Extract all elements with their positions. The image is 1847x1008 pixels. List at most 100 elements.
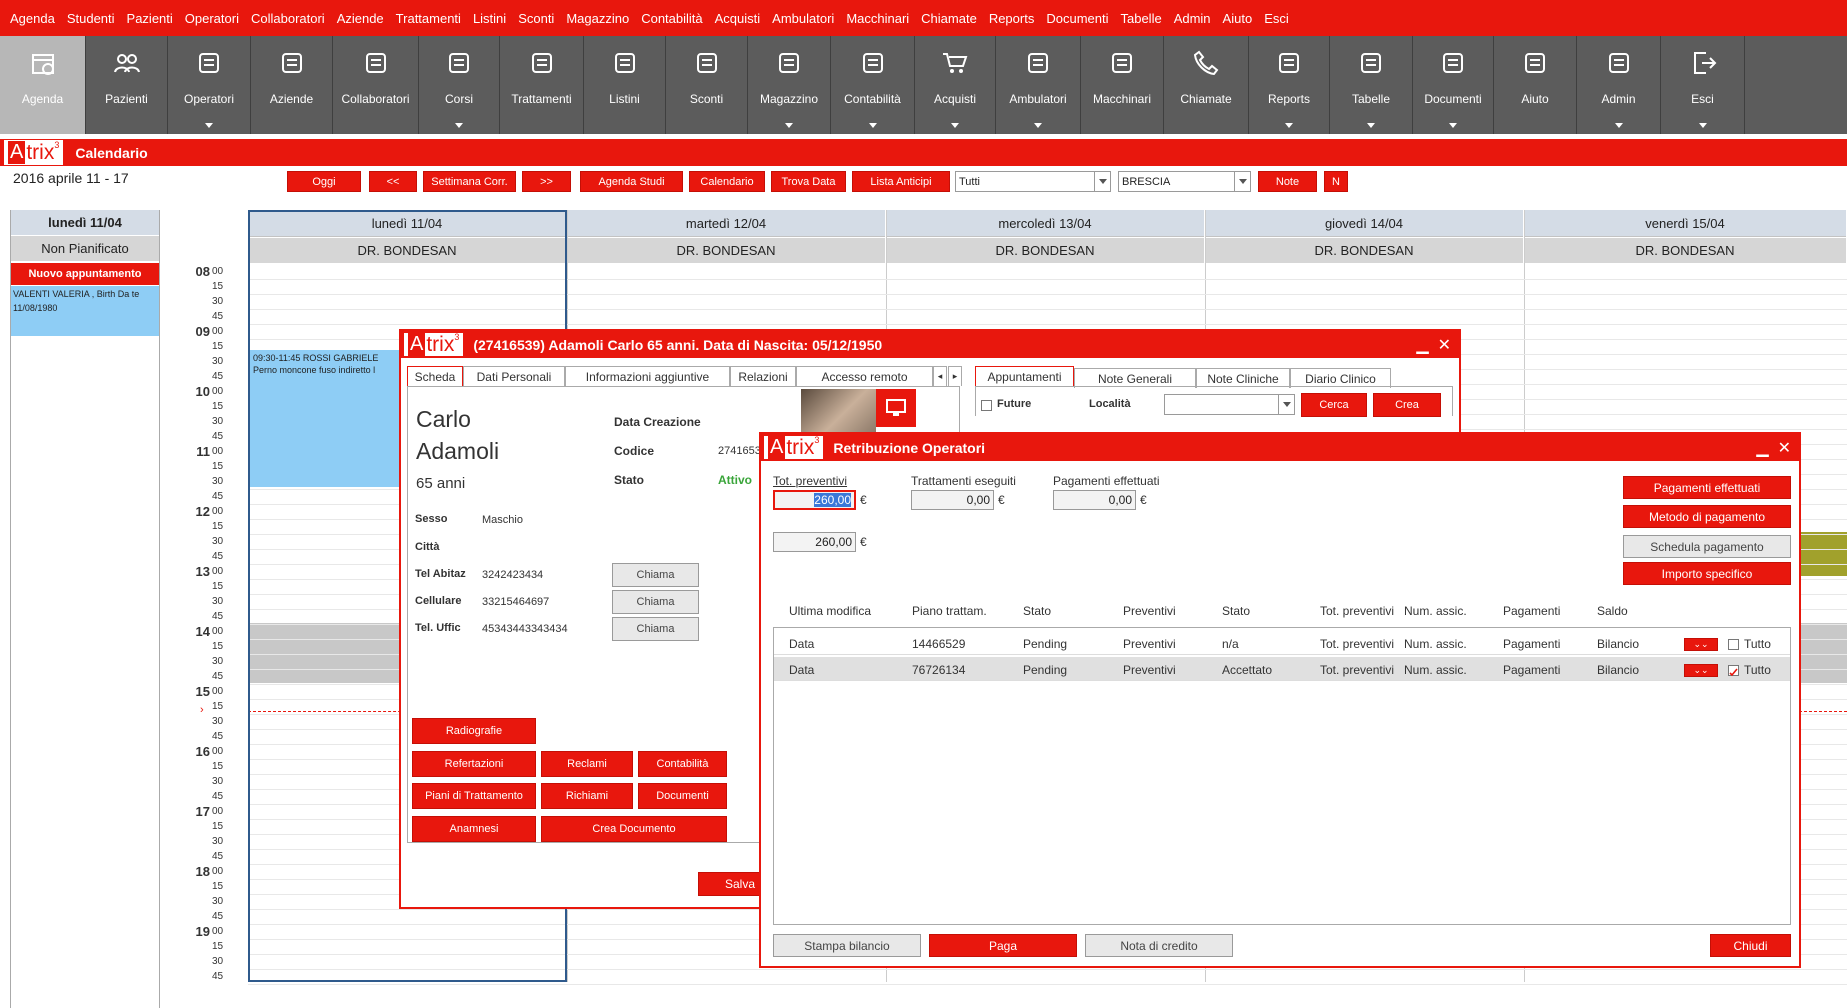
toolbar-reports-button[interactable]: Reports [1249,36,1330,134]
refertazioni-button[interactable]: Refertazioni [412,751,536,777]
tab-1[interactable]: Dati Personali [463,366,565,386]
tab-scroll-left[interactable]: ◂ [933,366,947,386]
note-button[interactable]: Note [1258,171,1317,192]
cerca-button[interactable]: Cerca [1301,393,1367,417]
menu-item-17[interactable]: Tabelle [1120,11,1161,26]
toolbar-esci-button[interactable]: Esci [1661,36,1745,134]
crea-button[interactable]: Crea [1373,393,1441,417]
friday-appointment-block[interactable] [1800,532,1847,576]
menu-item-2[interactable]: Pazienti [127,11,173,26]
operator-select[interactable]: Tutti [955,171,1111,192]
toolbar-macchinari-button[interactable]: Macchinari [1081,36,1164,134]
right-tab-1[interactable]: Note Generali [1074,368,1196,388]
right-tab-2[interactable]: Note Cliniche [1196,368,1290,388]
unscheduled-appointment[interactable]: VALENTI VALERIA , Birth Da te 11/08/1980 [11,286,159,336]
toolbar-aziende-button[interactable]: Aziende [251,36,333,134]
tutto-checkbox[interactable] [1728,665,1739,677]
right-tab-3[interactable]: Diario Clinico [1290,368,1391,388]
documenti-button[interactable]: Documenti [638,783,727,809]
menu-item-6[interactable]: Trattamenti [396,11,461,26]
tutto-checkbox[interactable] [1728,639,1739,650]
anamnesi-button[interactable]: Anamnesi [412,816,536,842]
call-mobile-button[interactable]: Chiama [612,590,699,614]
expand-icon[interactable]: ⌄⌄ [1684,638,1718,651]
toolbar-agenda-button[interactable]: Agenda [0,36,86,134]
menu-item-12[interactable]: Ambulatori [772,11,834,26]
toolbar-contabilità-button[interactable]: Contabilità [831,36,915,134]
menu-item-10[interactable]: Contabilità [641,11,702,26]
menu-item-5[interactable]: Aziende [337,11,384,26]
metodo-pagamento-button[interactable]: Metodo di pagamento [1623,505,1791,528]
menu-item-19[interactable]: Aiuto [1223,11,1253,26]
tab-4[interactable]: Accesso remoto [796,366,933,386]
paga-button[interactable]: Paga [929,934,1077,957]
localita-select[interactable] [1164,394,1295,415]
menu-item-14[interactable]: Chiamate [921,11,977,26]
richiami-button[interactable]: Richiami [541,783,633,809]
crea-documento-button[interactable]: Crea Documento [541,816,727,842]
tab-scroll-right[interactable]: ▸ [948,366,962,386]
toolbar-pazienti-button[interactable]: Pazienti [86,36,168,134]
today-button[interactable]: Oggi [287,171,361,192]
trattamenti-input[interactable]: 0,00 [911,490,994,510]
next-week-button[interactable]: >> [522,171,571,192]
toolbar-tabelle-button[interactable]: Tabelle [1330,36,1413,134]
right-tab-0[interactable]: Appuntamenti [975,366,1074,387]
toolbar-corsi-button[interactable]: Corsi [419,36,500,134]
toolbar-documenti-button[interactable]: Documenti [1413,36,1494,134]
toolbar-admin-button[interactable]: Admin [1577,36,1661,134]
schedula-pagamento-button[interactable]: Schedula pagamento [1623,535,1791,558]
radiografie-button[interactable]: Radiografie [412,718,536,744]
toolbar-collaboratori-button[interactable]: Collaboratori [333,36,419,134]
menu-item-0[interactable]: Agenda [10,11,55,26]
toolbar-listini-button[interactable]: Listini [584,36,666,134]
tot-preventivi-input[interactable]: 260,00 [773,490,856,510]
window-controls[interactable]: ▁ ✕ [1756,438,1791,458]
menu-item-18[interactable]: Admin [1174,11,1211,26]
new-appointment-button[interactable]: Nuovo appuntamento [11,263,159,285]
contabilita-button[interactable]: Contabilità [638,751,727,777]
toolbar-sconti-button[interactable]: Sconti [666,36,748,134]
tab-3[interactable]: Relazioni [730,366,796,386]
importo-specifico-button[interactable]: Importo specifico [1623,562,1791,585]
trova-data-button[interactable]: Trova Data [771,171,846,192]
tab-2[interactable]: Informazioni aggiuntive [565,366,730,386]
toolbar-acquisti-button[interactable]: Acquisti [915,36,996,134]
pagamenti-effettuati-button[interactable]: Pagamenti effettuati [1623,476,1791,499]
menu-item-20[interactable]: Esci [1264,11,1289,26]
menu-item-11[interactable]: Acquisti [715,11,761,26]
pagamenti-input[interactable]: 0,00 [1053,490,1136,510]
agenda-studi-button[interactable]: Agenda Studi [580,171,683,192]
nota-credito-button[interactable]: Nota di credito [1085,934,1233,957]
menu-item-9[interactable]: Magazzino [566,11,629,26]
menu-item-16[interactable]: Documenti [1046,11,1108,26]
reclami-button[interactable]: Reclami [541,751,633,777]
lista-anticipi-button[interactable]: Lista Anticipi [852,171,950,192]
toolbar-trattamenti-button[interactable]: Trattamenti [500,36,584,134]
piani-trattamento-button[interactable]: Piani di Trattamento [412,783,536,809]
prev-week-button[interactable]: << [369,171,417,192]
toolbar-magazzino-button[interactable]: Magazzino [748,36,831,134]
window-controls[interactable]: ▁ ✕ [1416,335,1451,355]
toolbar-chiamate-button[interactable]: Chiamate [1164,36,1249,134]
monitor-icon[interactable] [876,389,916,427]
menu-item-13[interactable]: Macchinari [846,11,909,26]
call-office-button[interactable]: Chiama [612,617,699,641]
menu-item-4[interactable]: Collaboratori [251,11,325,26]
future-checkbox[interactable] [981,400,992,411]
chiudi-button[interactable]: Chiudi [1710,934,1791,957]
n-button[interactable]: N [1324,171,1348,192]
current-week-button[interactable]: Settimana Corr. [423,171,516,192]
menu-item-1[interactable]: Studenti [67,11,115,26]
toolbar-ambulatori-button[interactable]: Ambulatori [996,36,1081,134]
toolbar-aiuto-button[interactable]: Aiuto [1494,36,1577,134]
menu-item-7[interactable]: Listini [473,11,506,26]
call-home-button[interactable]: Chiama [612,563,699,587]
tab-0[interactable]: Scheda [407,366,463,387]
calendario-button[interactable]: Calendario [689,171,765,192]
saldo-input[interactable]: 260,00 [773,532,856,552]
menu-item-3[interactable]: Operatori [185,11,239,26]
menu-item-8[interactable]: Sconti [518,11,554,26]
stampa-bilancio-button[interactable]: Stampa bilancio [773,934,921,957]
city-select[interactable]: BRESCIA [1118,171,1251,192]
